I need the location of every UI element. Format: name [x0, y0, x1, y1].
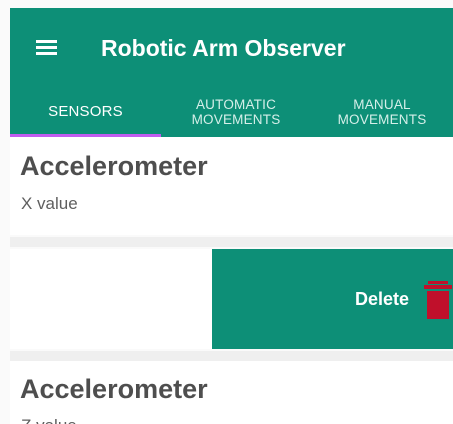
app-bar: Robotic Arm Observer	[10, 8, 453, 86]
tab-automatic-movements-label: AUTOMATIC MOVEMENTS	[191, 96, 281, 127]
sensor-title: Accelerometer	[20, 374, 208, 404]
sensor-subtitle: Z value	[21, 416, 77, 424]
swiped-sensor-row[interactable]: Delete	[10, 249, 453, 349]
tab-automatic-movements[interactable]: AUTOMATIC MOVEMENTS	[161, 86, 311, 137]
sensor-card[interactable]: Accelerometer Z value	[10, 361, 453, 424]
list-divider	[10, 351, 453, 361]
app-title: Robotic Arm Observer	[101, 35, 346, 61]
trash-icon[interactable]	[424, 279, 452, 319]
delete-action[interactable]: Delete	[212, 249, 453, 349]
tab-sensors[interactable]: SENSORS	[10, 86, 161, 137]
tab-manual-movements-label: MANUAL MOVEMENTS	[337, 96, 427, 127]
hamburger-menu-icon[interactable]	[36, 40, 57, 55]
sensor-card[interactable]: Accelerometer X value	[10, 137, 453, 235]
tab-manual-movements[interactable]: MANUAL MOVEMENTS	[311, 86, 453, 137]
delete-label: Delete	[355, 289, 410, 309]
tab-bar: SENSORS AUTOMATIC MOVEMENTS MANUAL MOVEM…	[10, 86, 453, 137]
sensor-title: Accelerometer	[20, 151, 208, 181]
app-screen: Robotic Arm Observer SENSORS AUTOMATIC M…	[0, 0, 453, 424]
tab-sensors-label: SENSORS	[48, 103, 123, 120]
sensor-subtitle: X value	[21, 194, 78, 213]
list-divider	[10, 237, 453, 247]
